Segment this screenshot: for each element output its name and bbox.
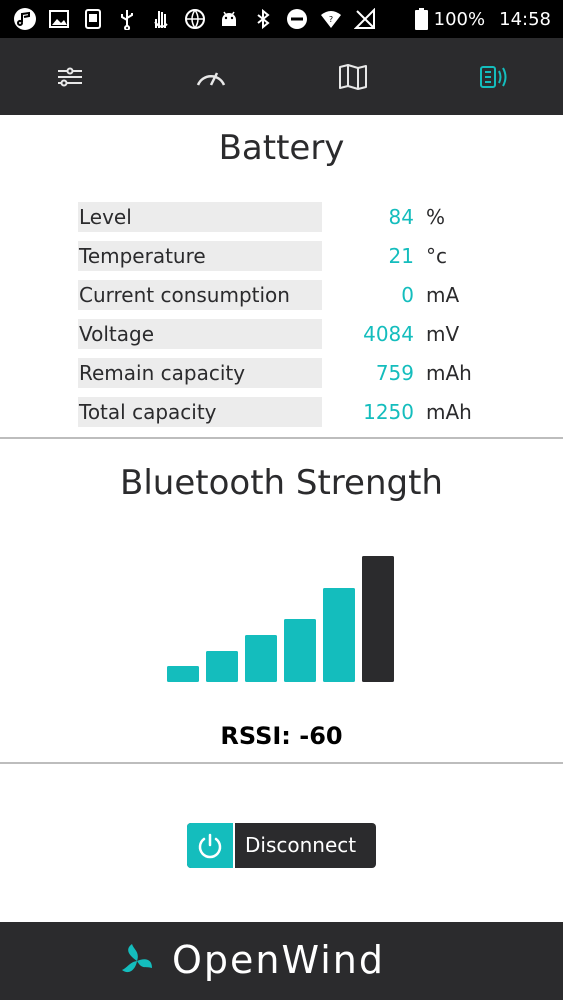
signal-bar-4 xyxy=(284,619,316,682)
battery-title: Battery xyxy=(218,128,345,168)
wifi-icon: ? xyxy=(321,11,341,28)
section-divider xyxy=(0,437,563,439)
section-divider xyxy=(0,762,563,764)
gauge-icon xyxy=(196,71,226,86)
rssi-readout: RSSI: -60 xyxy=(220,722,343,750)
usb-icon xyxy=(121,10,133,30)
do-not-disturb-icon xyxy=(287,9,307,29)
brand-name: OpenWind xyxy=(172,938,385,982)
no-signal-icon xyxy=(354,8,375,29)
openwind-logo-icon xyxy=(122,944,152,973)
bluetooth-title: Bluetooth Strength xyxy=(120,463,443,503)
signal-bar-2 xyxy=(206,651,238,682)
row-label: Total capacity xyxy=(78,397,322,427)
row-value: 759 xyxy=(375,361,414,385)
status-bar: ? 100% 14:58 xyxy=(0,0,563,38)
row-value: 1250 xyxy=(363,400,414,424)
signal-bar-1 xyxy=(167,666,199,682)
status-right: 100% 14:58 xyxy=(414,8,551,30)
disconnect-label: Disconnect xyxy=(233,823,376,868)
device-signal-icon xyxy=(480,65,507,88)
row-value: 4084 xyxy=(363,322,414,346)
battery-percent: 100% xyxy=(433,8,486,30)
footer-brand-bar: OpenWind xyxy=(0,922,563,1000)
map-icon xyxy=(339,63,367,90)
disconnect-button[interactable]: Disconnect xyxy=(187,823,376,868)
svg-text:?: ? xyxy=(329,15,333,24)
row-label: Remain capacity xyxy=(78,358,322,388)
notification-icons: ? xyxy=(14,8,376,30)
tab-device-status[interactable] xyxy=(423,38,563,115)
image-icon xyxy=(49,10,69,28)
signal-bar-5 xyxy=(323,588,355,682)
music-app-icon xyxy=(14,8,36,30)
row-value: 0 xyxy=(401,283,414,307)
row-unit: mV xyxy=(426,322,460,346)
tab-gauge[interactable] xyxy=(141,38,281,115)
globe-icon xyxy=(185,9,205,29)
row-unit: % xyxy=(426,205,446,229)
battery-row-total-capacity: Total capacity 1250 mAh xyxy=(78,397,498,427)
battery-icon xyxy=(414,8,428,30)
battery-row-voltage: Voltage 4084 mV xyxy=(78,319,498,349)
hand-icon xyxy=(154,11,168,28)
screenshot-icon xyxy=(85,9,101,29)
battery-row-level: Level 84 % xyxy=(78,202,498,232)
battery-row-current: Current consumption 0 mA xyxy=(78,280,498,310)
row-label: Current consumption xyxy=(78,280,322,310)
signal-bar-3 xyxy=(245,635,277,682)
sliders-icon xyxy=(58,67,82,86)
row-unit: mAh xyxy=(426,400,472,424)
row-value: 21 xyxy=(388,244,414,268)
tab-map[interactable] xyxy=(283,38,423,115)
row-label: Level xyxy=(78,202,322,232)
tab-settings[interactable] xyxy=(0,38,140,115)
android-icon xyxy=(222,11,236,26)
row-label: Voltage xyxy=(78,319,322,349)
clock: 14:58 xyxy=(499,8,551,30)
signal-strength-bars xyxy=(167,556,394,682)
row-unit: mAh xyxy=(426,361,472,385)
battery-row-remain-capacity: Remain capacity 759 mAh xyxy=(78,358,498,388)
power-icon-container xyxy=(187,823,233,868)
signal-bar-6 xyxy=(362,556,394,682)
bluetooth-icon xyxy=(257,8,270,30)
nav-bar xyxy=(0,38,563,115)
row-unit: °c xyxy=(426,244,447,268)
row-value: 84 xyxy=(388,205,414,229)
row-label: Temperature xyxy=(78,241,322,271)
battery-row-temperature: Temperature 21 °c xyxy=(78,241,498,271)
power-icon xyxy=(198,833,222,858)
row-unit: mA xyxy=(426,283,460,307)
